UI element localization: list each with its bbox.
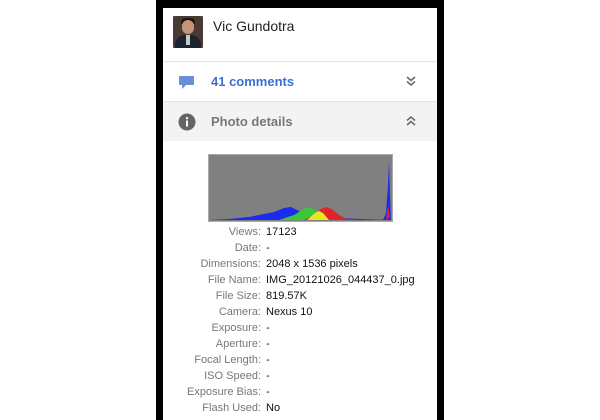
detail-key: Exposure: xyxy=(211,322,261,334)
detail-row: Exposure Bias: - xyxy=(163,384,437,400)
avatar[interactable] xyxy=(173,16,203,48)
detail-value: Nexus 10 xyxy=(266,306,313,318)
photo-info-panel: Vic Gundotra 41 comments Photo details V… xyxy=(163,8,437,420)
detail-key: Aperture: xyxy=(215,338,261,350)
detail-row: Aperture: - xyxy=(163,336,437,352)
detail-value: 2048 x 1536 pixels xyxy=(266,258,358,270)
detail-row: ISO Speed: - xyxy=(163,368,437,384)
detail-key: Focal Length: xyxy=(194,354,261,366)
detail-row: Camera: Nexus 10 xyxy=(163,304,437,320)
detail-value: No xyxy=(266,402,281,414)
detail-key: Flash Used: xyxy=(202,402,261,414)
detail-row: Focal Length: - xyxy=(163,352,437,368)
detail-value: - xyxy=(266,242,270,254)
comment-bubble-icon xyxy=(179,76,194,89)
detail-key: File Name: xyxy=(207,274,261,286)
detail-key: Date: xyxy=(234,242,261,254)
detail-key: ISO Speed: xyxy=(204,370,261,382)
author-name[interactable]: Vic Gundotra xyxy=(213,18,294,34)
author-header: Vic Gundotra xyxy=(163,8,437,62)
double-chevron-down-icon[interactable] xyxy=(405,75,417,87)
detail-row: Exposure: - xyxy=(163,320,437,336)
detail-value: - xyxy=(266,354,270,366)
photo-details-label[interactable]: Photo details xyxy=(211,114,293,129)
detail-row: Date: - xyxy=(163,240,437,256)
detail-row: File Size: 819.57K xyxy=(163,288,437,304)
detail-key: Views: xyxy=(228,226,261,238)
info-icon xyxy=(178,113,196,131)
detail-value: - xyxy=(266,322,270,334)
detail-value: - xyxy=(266,338,270,350)
detail-row: Flash Used: No xyxy=(163,400,437,416)
detail-key: Dimensions: xyxy=(200,258,261,270)
detail-value: 17123 xyxy=(266,226,297,238)
photo-details-section-header[interactable]: Photo details xyxy=(163,102,437,141)
double-chevron-up-icon[interactable] xyxy=(405,115,417,127)
detail-value: IMG_20121026_044437_0.jpg xyxy=(266,274,415,286)
detail-value: 819.57K xyxy=(266,290,307,302)
detail-key: File Size: xyxy=(215,290,261,302)
detail-row: Views: 17123 xyxy=(163,224,437,240)
photo-details-table: Views: 17123 Date: - Dimensions: 2048 x 1536 … xyxy=(163,224,437,416)
detail-key: Exposure Bias: xyxy=(187,386,261,398)
detail-value: - xyxy=(266,386,270,398)
comments-count-label[interactable]: 41 comments xyxy=(211,74,294,89)
detail-value: - xyxy=(266,370,270,382)
color-histogram xyxy=(208,154,393,222)
comments-section-header[interactable]: 41 comments xyxy=(163,62,437,102)
detail-key: Camera: xyxy=(218,306,261,318)
detail-row: Dimensions: 2048 x 1536 pixels xyxy=(163,256,437,272)
detail-row: File Name: IMG_20121026_044437_0.jpg xyxy=(163,272,437,288)
